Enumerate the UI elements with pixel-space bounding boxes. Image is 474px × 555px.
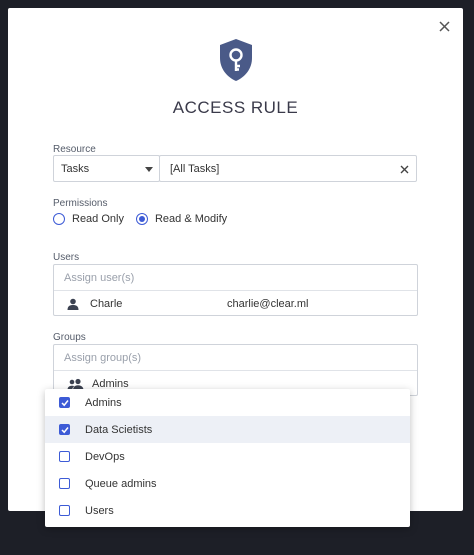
radio-read-only-label: Read Only <box>72 213 124 225</box>
group-option-admins[interactable]: Admins <box>45 389 410 416</box>
user-name: Charle <box>90 297 123 310</box>
assign-groups-input[interactable]: Assign group(s) <box>54 345 417 371</box>
radio-read-modify-label: Read & Modify <box>154 213 228 225</box>
user-list-item: Charle charlie@clear.ml <box>54 291 417 316</box>
caret-down-icon <box>145 167 153 172</box>
close-button[interactable] <box>435 17 453 35</box>
radio-read-only[interactable]: Read Only <box>53 213 124 225</box>
resource-label: Resource <box>53 144 96 155</box>
option-label: DevOps <box>85 450 125 463</box>
assign-users-input[interactable]: Assign user(s) <box>54 265 417 291</box>
group-option-users[interactable]: Users <box>45 497 410 524</box>
option-label: Queue admins <box>85 477 157 490</box>
person-icon <box>66 297 80 311</box>
clear-resource-button[interactable] <box>398 163 410 175</box>
option-label: Users <box>85 504 114 517</box>
group-option-queue-admins[interactable]: Queue admins <box>45 470 410 497</box>
resource-target-value: [All Tasks] <box>170 162 220 175</box>
resource-type-select[interactable]: Tasks <box>53 155 160 182</box>
groups-label: Groups <box>53 332 86 343</box>
radio-button-off[interactable] <box>53 213 65 225</box>
option-label: Data Scietists <box>85 423 153 436</box>
permissions-radio-group: Read Only Read & Modify <box>53 213 239 225</box>
group-option-data-scientists[interactable]: Data Scietists <box>45 416 410 443</box>
users-label: Users <box>53 252 80 263</box>
groups-dropdown: Admins Data Scietists DevOps Queue admin… <box>45 389 410 527</box>
radio-button-on[interactable] <box>135 213 148 225</box>
radio-read-modify[interactable]: Read & Modify <box>135 213 228 225</box>
shield-key-icon <box>220 39 252 81</box>
checkbox-unchecked[interactable] <box>59 478 70 489</box>
group-option-devops[interactable]: DevOps <box>45 443 410 470</box>
users-field: Assign user(s) Charle charlie@clear.ml <box>53 264 418 316</box>
close-icon <box>438 20 450 32</box>
resource-type-value: Tasks <box>61 162 90 175</box>
checkbox-checked[interactable] <box>59 397 70 408</box>
dialog-title: ACCESS RULE <box>172 98 299 117</box>
resource-target-input[interactable]: [All Tasks] <box>159 155 417 182</box>
permissions-label: Permissions <box>53 198 108 209</box>
checkbox-unchecked[interactable] <box>59 505 70 516</box>
checkbox-checked[interactable] <box>59 424 70 435</box>
close-icon <box>400 165 408 173</box>
user-email: charlie@clear.ml <box>227 297 309 310</box>
group-name: Admins <box>92 377 129 390</box>
checkbox-unchecked[interactable] <box>59 451 70 462</box>
option-label: Admins <box>85 396 122 409</box>
